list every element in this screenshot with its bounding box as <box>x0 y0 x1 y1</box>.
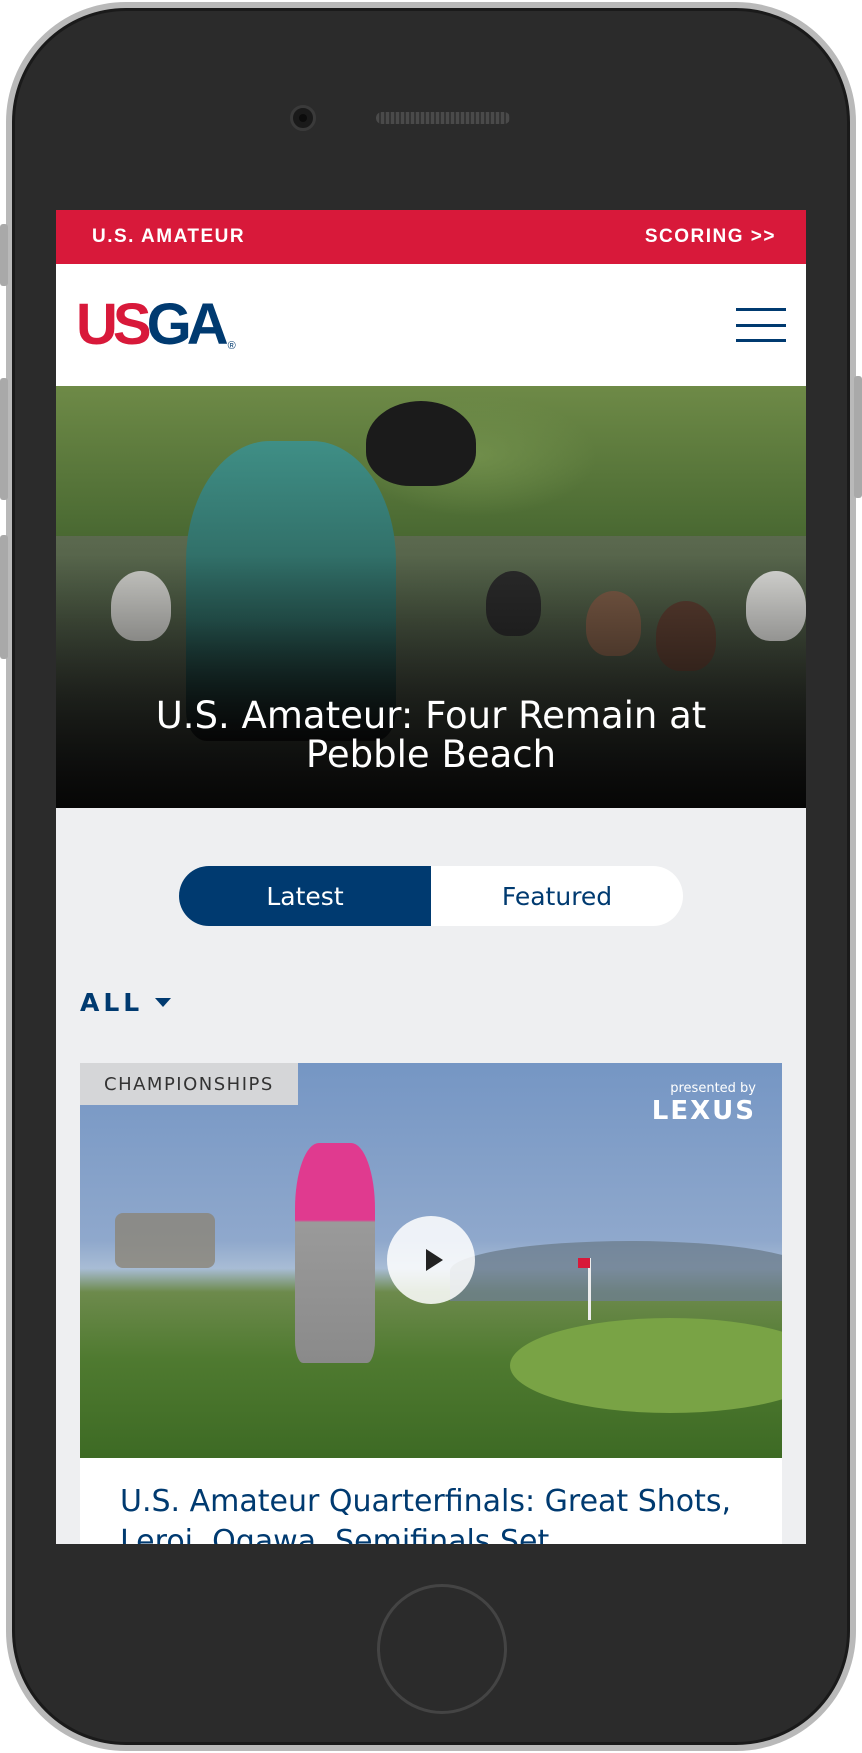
caret-down-icon <box>155 998 172 1007</box>
earpiece-speaker <box>376 112 510 124</box>
filter-label: ALL <box>80 988 144 1017</box>
logo-us: US <box>76 292 152 357</box>
hero-banner[interactable]: U.S. Amateur: Four Remain at Pebble Beac… <box>56 386 806 808</box>
menu-line <box>736 339 786 342</box>
video-card[interactable]: CHAMPIONSHIPS presented by LEXUS U.S. Am… <box>80 1063 782 1544</box>
flag <box>578 1258 590 1268</box>
event-link[interactable]: U.S. AMATEUR <box>92 226 245 248</box>
home-button[interactable] <box>377 1584 507 1714</box>
phone-screen: U.S. AMATEUR SCORING >> US GA ® U.S. Amate… <box>56 210 806 1544</box>
usga-logo[interactable]: US GA ® <box>76 296 236 354</box>
site-header: US GA ® <box>56 264 806 386</box>
sponsor-brand: LEXUS <box>651 1096 756 1126</box>
volume-down-button <box>0 535 8 659</box>
card-title[interactable]: U.S. Amateur Quarterfinals: Great Shots,… <box>80 1458 782 1544</box>
content-toggle: Latest Featured <box>179 866 683 926</box>
front-camera <box>290 105 316 131</box>
menu-icon[interactable] <box>736 308 786 342</box>
volume-up-button <box>0 378 8 500</box>
power-button <box>854 376 862 498</box>
menu-line <box>736 323 786 327</box>
menu-line <box>736 308 786 311</box>
play-icon[interactable] <box>387 1216 475 1304</box>
logo-ga: GA <box>146 292 229 357</box>
thumbnail-hills <box>450 1241 782 1301</box>
sponsor-logo: presented by LEXUS <box>652 1081 756 1126</box>
thumbnail-golfer <box>295 1143 375 1363</box>
tab-featured[interactable]: Featured <box>431 866 683 926</box>
category-filter[interactable]: ALL <box>80 988 172 1017</box>
sponsor-prefix: presented by <box>670 1081 756 1096</box>
category-badge: CHAMPIONSHIPS <box>80 1063 298 1105</box>
scoring-link[interactable]: SCORING >> <box>645 226 776 248</box>
tab-latest[interactable]: Latest <box>179 866 431 926</box>
mute-switch <box>0 224 8 286</box>
hero-title[interactable]: U.S. Amateur: Four Remain at Pebble Beac… <box>96 696 766 774</box>
registered-mark: ® <box>227 340 236 352</box>
video-thumbnail[interactable]: CHAMPIONSHIPS presented by LEXUS <box>80 1063 782 1458</box>
thumbnail-spectators <box>115 1213 215 1268</box>
event-bar: U.S. AMATEUR SCORING >> <box>56 210 806 264</box>
thumbnail-green <box>510 1318 782 1413</box>
